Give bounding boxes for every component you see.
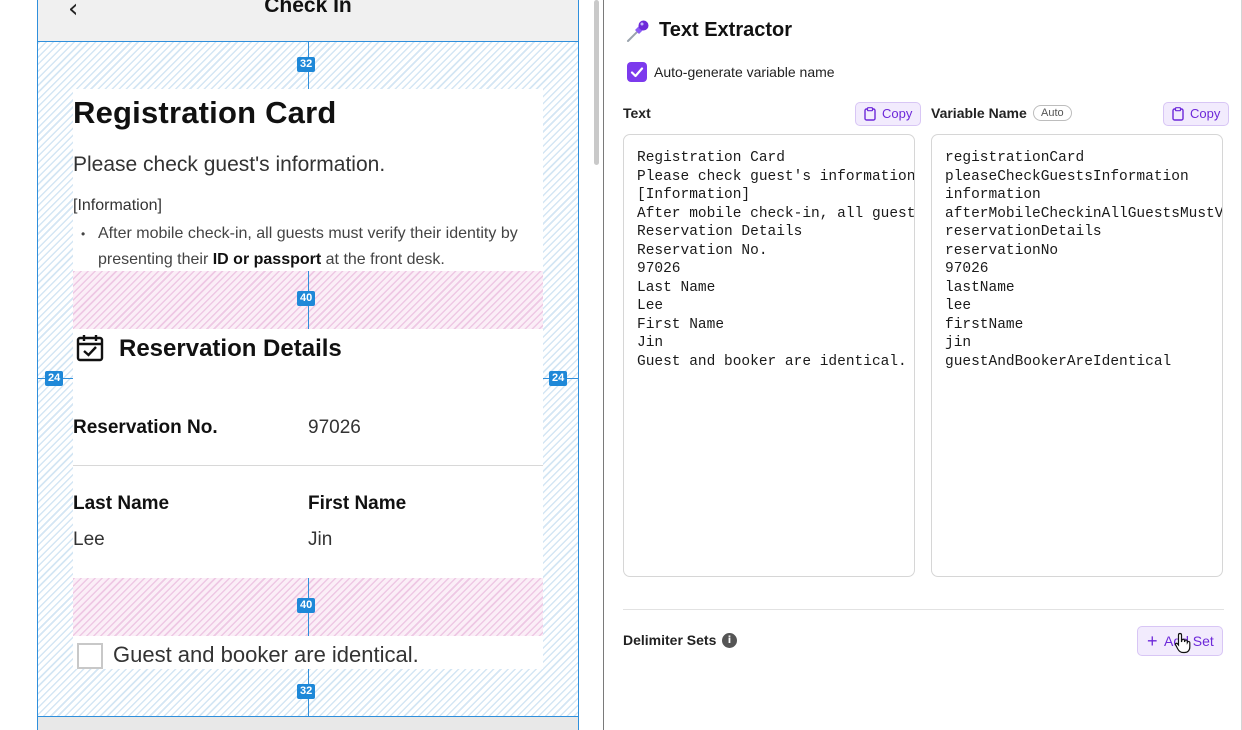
- delimiter-sets-label: Delimiter Sets: [623, 632, 717, 648]
- measure-badge-bottom: 32: [297, 684, 316, 699]
- bullet-dot: •: [81, 227, 86, 241]
- text-column-label: Text: [623, 105, 651, 121]
- guest-booker-label: Guest and booker are identical.: [113, 642, 419, 667]
- copy-text-label: Copy: [882, 106, 913, 121]
- registration-subtitle: Please check guest's information.: [73, 153, 386, 176]
- text-output-content: Registration Card Please check guest's i…: [637, 150, 915, 370]
- measure-badge-right: 24: [549, 371, 568, 386]
- clipboard-icon: [864, 107, 876, 121]
- guest-booker-checkbox[interactable]: [77, 643, 103, 669]
- information-bullet: • After mobile check-in, all guests must…: [81, 221, 541, 273]
- variable-column-label: Variable Name: [931, 105, 1027, 121]
- measure-badge-top: 32: [297, 57, 316, 72]
- auto-generate-checkbox[interactable]: [627, 62, 647, 82]
- section-divider: [623, 609, 1224, 610]
- measure-badge-gap1: 40: [297, 291, 316, 306]
- measure-badge-left: 24: [45, 371, 64, 386]
- copy-variable-button[interactable]: Copy: [1163, 102, 1230, 126]
- plus-icon: +: [1147, 631, 1158, 651]
- reservation-no-label: Reservation No.: [73, 417, 218, 438]
- variable-output-area[interactable]: registrationCard pleaseCheckGuestsInform…: [931, 134, 1223, 577]
- bullet-text-bold: ID or passport: [212, 251, 322, 268]
- row-divider: [73, 465, 543, 466]
- nav-bar: ‹ Check In: [38, 0, 578, 42]
- auto-badge: Auto: [1033, 105, 1072, 121]
- reservation-no-value: 97026: [308, 417, 361, 438]
- text-output-area[interactable]: Registration Card Please check guest's i…: [623, 134, 915, 577]
- text-extractor-panel: Text Extractor Auto-generate variable na…: [605, 0, 1242, 730]
- bullet-text-end: at the front desk.: [321, 251, 445, 268]
- measure-badge-gap2: 40: [297, 598, 316, 613]
- hand-pointer-cursor-icon: [1174, 632, 1191, 654]
- eyedropper-icon: [627, 20, 649, 42]
- clipboard-icon: [1172, 107, 1184, 121]
- panel-title: Text Extractor: [659, 19, 793, 41]
- checkmark-icon: [630, 67, 644, 78]
- auto-generate-label[interactable]: Auto-generate variable name: [654, 64, 835, 80]
- bottom-bar: [38, 716, 578, 730]
- information-heading: [Information]: [73, 197, 162, 214]
- last-name-value: Lee: [73, 529, 105, 550]
- first-name-value: Jin: [308, 529, 333, 550]
- copy-variable-label: Copy: [1190, 106, 1221, 121]
- nav-title: Check In: [264, 0, 352, 17]
- copy-text-button[interactable]: Copy: [855, 102, 922, 126]
- design-canvas: Registration Card Please check guest's i…: [0, 0, 590, 730]
- first-name-label: First Name: [308, 493, 407, 514]
- info-icon[interactable]: i: [722, 633, 737, 648]
- reservation-details-title: Reservation Details: [119, 335, 342, 362]
- registration-title: Registration Card: [73, 95, 337, 130]
- calendar-check-icon: [76, 335, 104, 362]
- padding-overlay: Registration Card Please check guest's i…: [38, 42, 578, 716]
- variable-output-content: registrationCard pleaseCheckGuestsInform…: [945, 150, 1223, 370]
- canvas-scrollbar[interactable]: [594, 0, 599, 165]
- phone-frame[interactable]: Registration Card Please check guest's i…: [37, 0, 579, 730]
- last-name-label: Last Name: [73, 493, 170, 514]
- panel-splitter[interactable]: [590, 0, 604, 730]
